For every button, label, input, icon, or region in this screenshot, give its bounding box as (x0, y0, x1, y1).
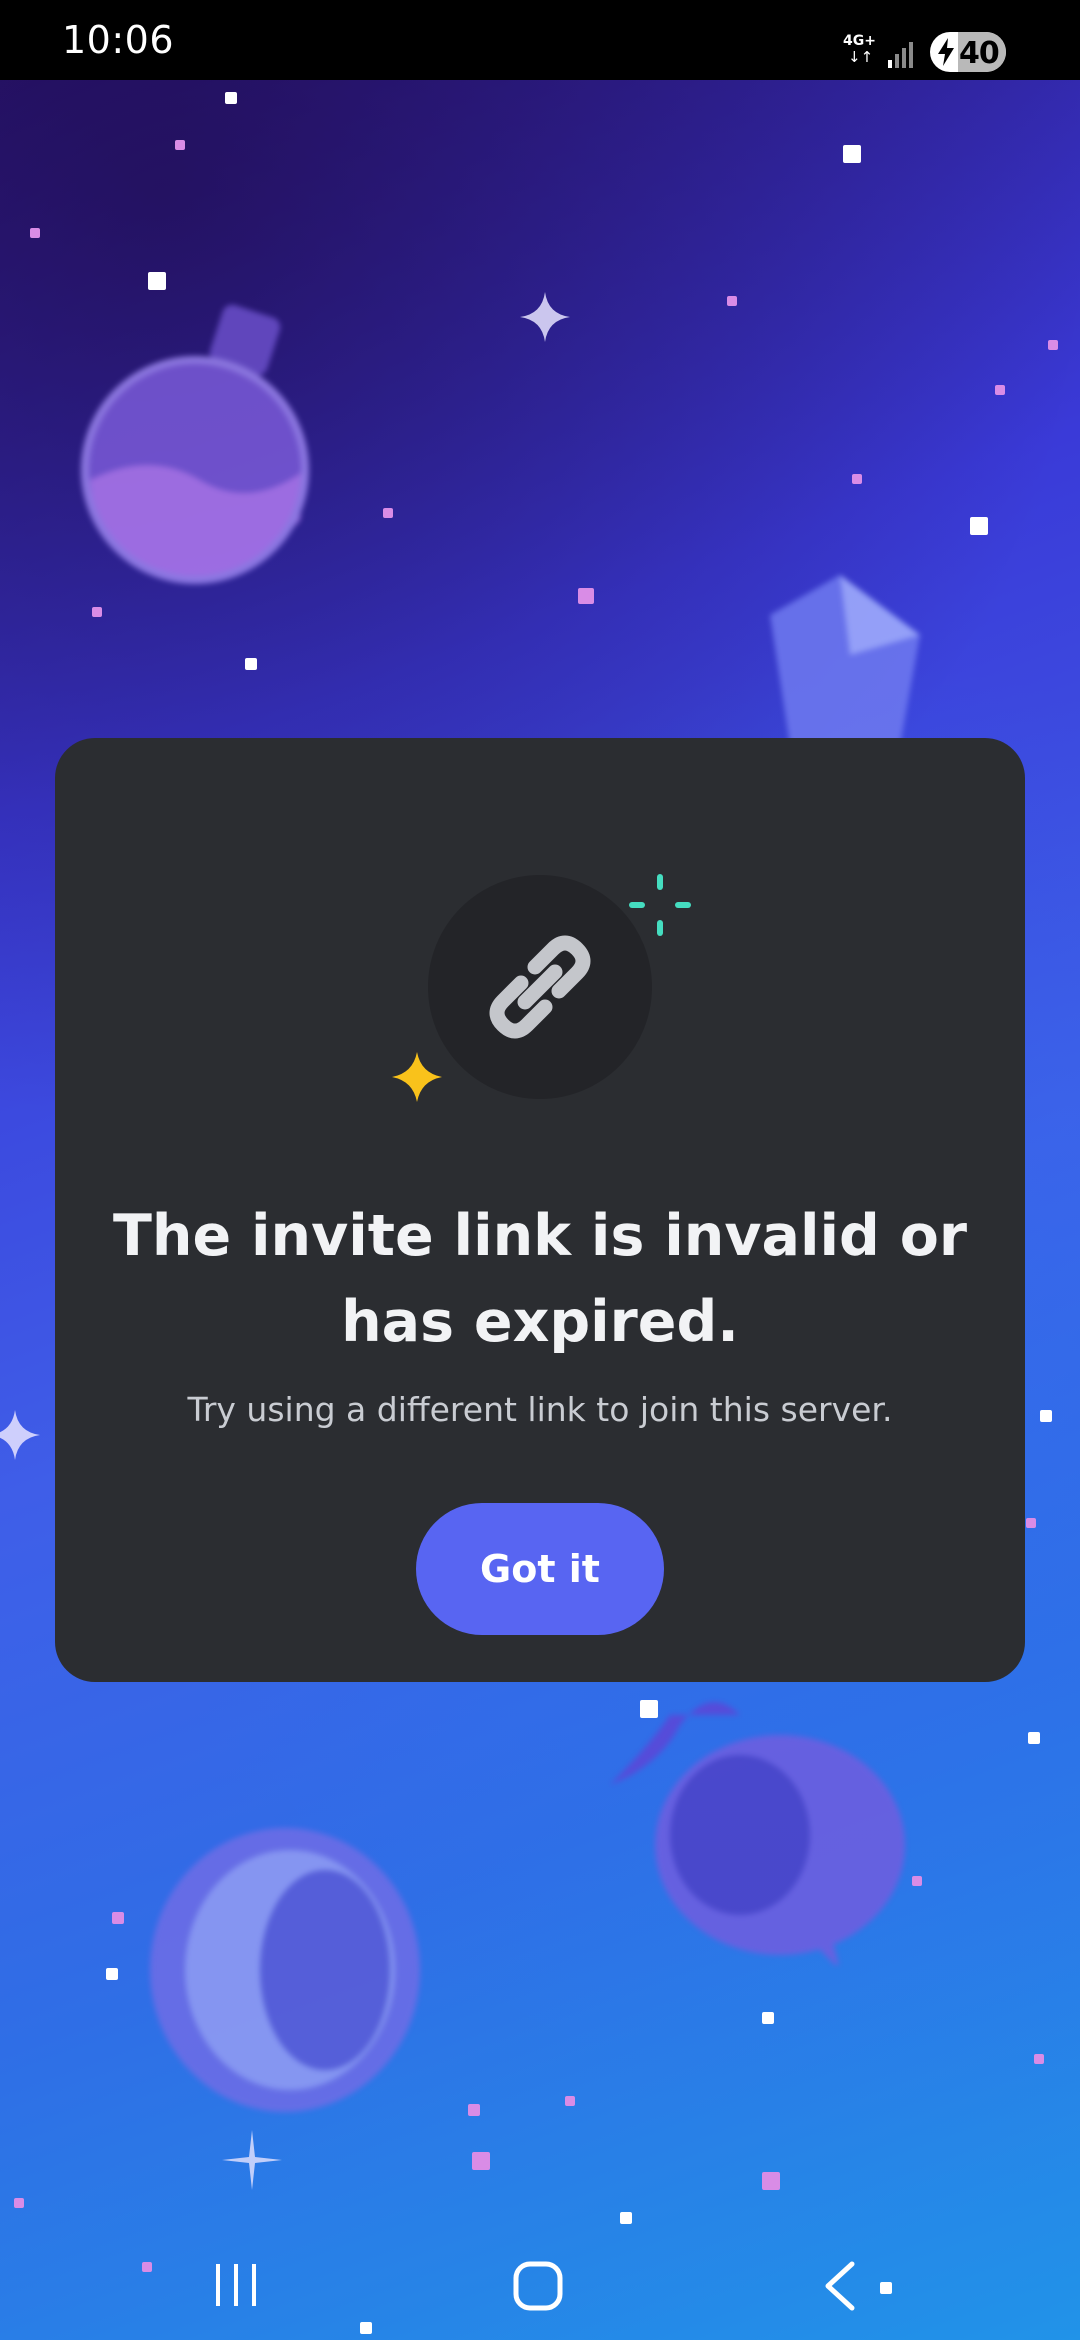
invalid-invite-dialog: The invite link is invalid or has expire… (55, 738, 1025, 1682)
back-icon[interactable] (820, 2260, 860, 2312)
star-dot (1026, 1518, 1036, 1528)
star-dot (112, 1912, 124, 1924)
star-dot (225, 92, 237, 104)
star-dot (175, 140, 185, 150)
home-icon[interactable] (512, 2260, 564, 2312)
star-dot (565, 2096, 575, 2106)
star-dot (1040, 1410, 1052, 1422)
network-type-label: 4G+ (843, 33, 876, 49)
charging-bolt-icon (938, 38, 954, 66)
star-decoration (520, 292, 570, 342)
star-dot (30, 228, 40, 238)
coin-decoration (150, 1828, 420, 2112)
crystal-decoration (770, 575, 920, 745)
star-decoration (222, 2130, 282, 2190)
sparkle-teal-icon (629, 874, 691, 936)
star-dot (640, 1700, 658, 1718)
star-dot (762, 2172, 780, 2190)
navigation-bar (0, 2220, 1080, 2340)
link-icon (489, 935, 591, 1039)
star-dot (1034, 2054, 1044, 2064)
star-dot (995, 385, 1005, 395)
got-it-button[interactable]: Got it (416, 1503, 664, 1635)
star-dot (472, 2152, 490, 2170)
star-dot (148, 272, 166, 290)
star-dot (852, 474, 862, 484)
star-dot (762, 2012, 774, 2024)
dialog-subtitle: Try using a different link to join this … (187, 1390, 893, 1429)
star-dot (912, 1876, 922, 1886)
star-dot (383, 508, 393, 518)
star-dot (727, 296, 737, 306)
radish-decoration (610, 1702, 905, 1965)
star-decoration (0, 1410, 40, 1460)
recent-apps-icon[interactable] (212, 2260, 260, 2310)
star-dot (14, 2198, 24, 2208)
star-dot (106, 1968, 118, 1980)
data-activity-icon: ↓↑ (848, 48, 874, 66)
sparkle-yellow-icon (392, 1052, 442, 1102)
link-icon-badge (428, 875, 652, 1099)
star-dot (245, 658, 257, 670)
dialog-title: The invite link is invalid or has expire… (113, 1203, 967, 1355)
signal-icon (888, 42, 913, 68)
star-dot (578, 588, 594, 604)
star-dot (92, 607, 102, 617)
potion-flask-decoration (81, 304, 309, 584)
star-dot (970, 517, 988, 535)
star-dot (468, 2104, 480, 2116)
star-dot (1048, 340, 1058, 350)
star-dot (1028, 1732, 1040, 1744)
battery-level: 40 (959, 36, 1000, 71)
battery-indicator: 40 (930, 32, 1006, 72)
star-dot (843, 145, 861, 163)
status-time: 10:06 (62, 18, 175, 62)
status-bar: 10:06 4G+ ↓↑ 40 (0, 0, 1080, 80)
